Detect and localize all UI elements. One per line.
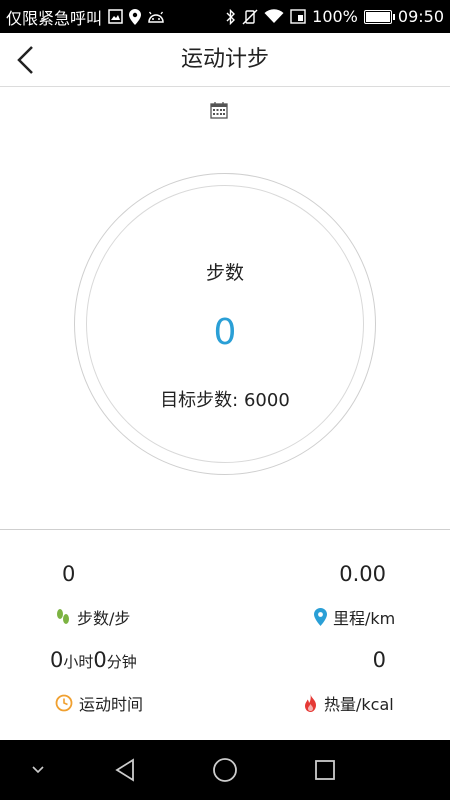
location-icon bbox=[314, 608, 327, 626]
calendar-icon[interactable] bbox=[210, 101, 228, 123]
divider bbox=[0, 529, 450, 530]
status-left: 仅限紧急呼叫 bbox=[6, 5, 165, 29]
time-minutes-unit: 分钟 bbox=[106, 653, 137, 671]
vibrate-off-icon bbox=[242, 9, 258, 25]
footprint-icon bbox=[57, 609, 69, 624]
nav-back-button[interactable] bbox=[105, 740, 145, 800]
page-title: 运动计步 bbox=[180, 47, 269, 72]
clock-icon bbox=[55, 694, 73, 712]
carrier-text: 仅限紧急呼叫 bbox=[6, 8, 103, 28]
chevron-down-icon bbox=[32, 766, 44, 774]
image-icon bbox=[108, 9, 123, 24]
steps-title: 步数 bbox=[205, 262, 244, 284]
calories-stat-label-text: 热量/kcal bbox=[324, 695, 394, 714]
nav-home-button[interactable] bbox=[205, 740, 245, 800]
status-bar: 仅限紧急呼叫 100% 09:50 bbox=[0, 0, 450, 33]
distance-stat-value: 0.00 bbox=[339, 562, 386, 586]
back-triangle-icon bbox=[115, 758, 134, 782]
time-minutes: 0 bbox=[93, 648, 107, 672]
sim-icon bbox=[290, 9, 306, 24]
system-nav-bar bbox=[0, 740, 450, 800]
home-circle-icon bbox=[213, 758, 237, 782]
steps-count: 0 bbox=[213, 312, 237, 353]
nav-recents-button[interactable] bbox=[305, 740, 345, 800]
time-hours-unit: 小时 bbox=[63, 653, 94, 671]
flame-icon bbox=[305, 694, 316, 712]
recents-square-icon bbox=[315, 760, 335, 780]
time-stat-label: 运动时间 bbox=[55, 691, 143, 715]
distance-stat-label-text: 里程/km bbox=[333, 609, 396, 628]
time-hours: 0 bbox=[50, 648, 64, 672]
nav-hide-button[interactable] bbox=[22, 740, 54, 800]
battery-icon bbox=[363, 9, 395, 24]
battery-percent: 100% bbox=[312, 7, 358, 26]
status-right: 100% 09:50 bbox=[226, 7, 444, 26]
goal-steps: 目标步数: 6000 bbox=[160, 390, 290, 411]
steps-stat-label-text: 步数/步 bbox=[77, 609, 131, 628]
steps-stat-label: 步数/步 bbox=[55, 605, 130, 629]
app-header: 运动计步 bbox=[0, 33, 450, 87]
calories-stat-value: 0 bbox=[372, 648, 386, 672]
status-time: 09:50 bbox=[397, 7, 444, 26]
wifi-icon bbox=[264, 9, 284, 24]
location-pin-icon bbox=[129, 8, 142, 25]
time-stat-label-text: 运动时间 bbox=[79, 695, 144, 714]
bluetooth-icon bbox=[226, 8, 236, 25]
android-icon bbox=[147, 11, 165, 23]
battery-fill bbox=[365, 11, 390, 22]
time-stat-value: 0小时0分钟 bbox=[50, 648, 137, 672]
calories-stat-label: 热量/kcal bbox=[303, 691, 394, 715]
distance-stat-label: 里程/km bbox=[314, 605, 395, 629]
steps-stat-value: 0 bbox=[62, 562, 76, 586]
